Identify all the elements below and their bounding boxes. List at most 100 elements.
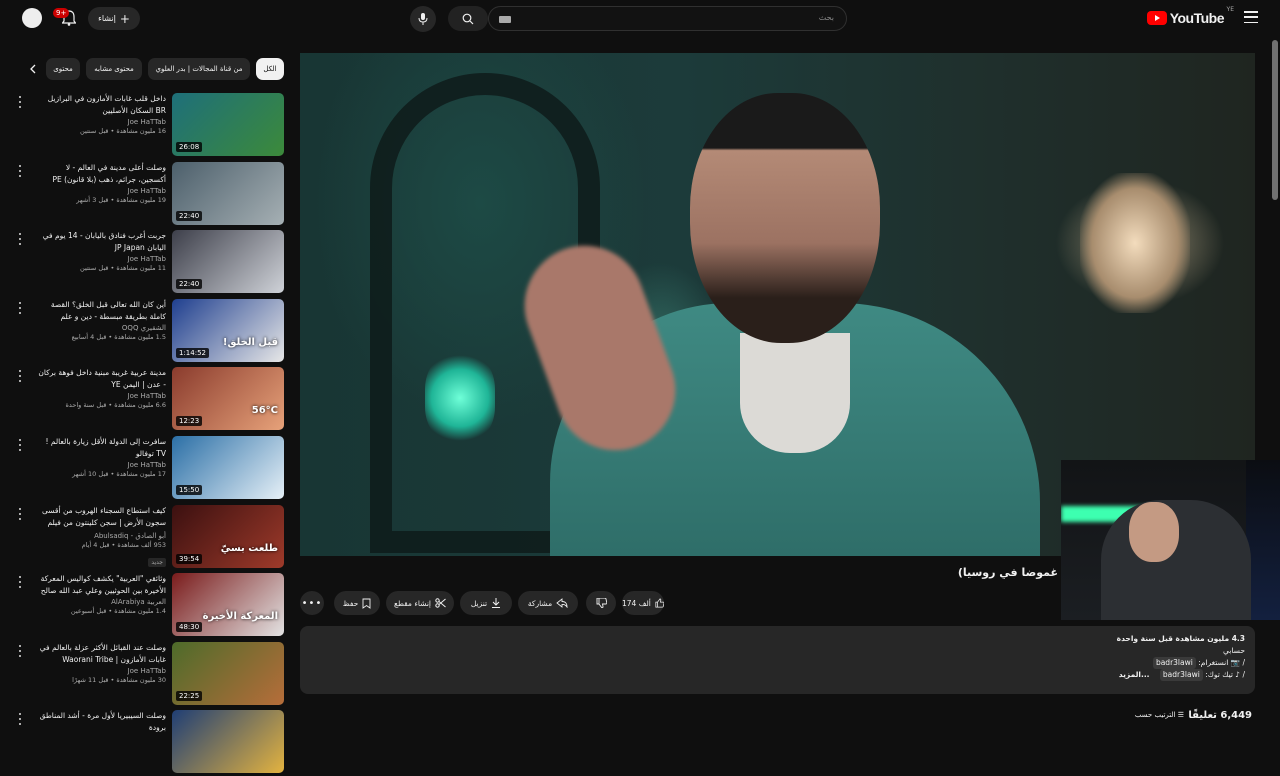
tiktok-line: / ♪ تيك توك: badr3lawi ...المزيد (310, 669, 1245, 681)
chevron-left-icon (30, 64, 36, 74)
recommendation-title[interactable]: وصلت السيبيريا لأول مرة - أشد المناطق بر… (36, 710, 166, 734)
instagram-label: / 📷 انستغرام: (1198, 658, 1245, 667)
recommendation-title[interactable]: سافرت إلى الدولة الأقل زيارة بالعالم ! T… (36, 436, 166, 460)
recommendation-title[interactable]: جربت أغرب فنادق باليابان - 14 يوم في الي… (36, 230, 166, 254)
recommendation-title[interactable]: وصلت أعلى مدينة في العالم - لا أكسجين، ج… (36, 162, 166, 186)
recommendation-info: وصلت عند القبائل الأكثر عزلة بالعالم في … (36, 642, 166, 684)
page-scrollbar[interactable] (1272, 40, 1278, 200)
instagram-handle-link[interactable]: badr3lawi (1152, 657, 1196, 669)
recommendation-thumbnail[interactable]: 22:40 (172, 161, 284, 225)
recommendation-channel[interactable]: Joe HaTTab (36, 461, 166, 469)
video-duration: 26:08 (176, 142, 203, 152)
video-duration: 15:50 (176, 485, 203, 495)
voice-search-button[interactable] (410, 6, 436, 32)
search-input[interactable]: بحث (488, 6, 847, 31)
recommendation-item[interactable]: 22:40 جربت أغرب فنادق باليابان - 14 يوم ف… (0, 230, 290, 296)
video-duration: 48:30 (176, 622, 203, 633)
recommendation-channel[interactable]: Joe HaTTab (36, 118, 166, 126)
search-placeholder: بحث (818, 13, 834, 22)
download-button[interactable]: تنزيل (460, 591, 512, 615)
recommendation-channel[interactable]: Joe HaTTab (36, 392, 166, 400)
thumbnail-overlay-text: 56°C (251, 405, 278, 417)
recommendation-title[interactable]: داخل قلب غابات الأمازون في البرازيل BR ا… (36, 93, 166, 117)
recommendation-item[interactable]: وصلت السيبيريا لأول مرة - أشد المناطق بر… (0, 710, 290, 776)
search-button[interactable] (448, 6, 488, 31)
recommendation-meta: 6.6 مليون مشاهدة • قبل سنة واحدة (65, 401, 166, 410)
recommendation-item[interactable]: 26:08 داخل قلب غابات الأمازون في البرازيل… (0, 93, 290, 159)
recommendation-info: وصلت السيبيريا لأول مرة - أشد المناطق بر… (36, 710, 166, 734)
recommendation-channel[interactable]: الشقيري OQQ (36, 324, 166, 332)
recommendation-meta: 17 مليون مشاهدة • قبل 10 أشهر (72, 470, 166, 478)
recommendation-thumbnail[interactable]: 26:08 (172, 93, 284, 156)
more-options-icon[interactable] (16, 438, 24, 452)
recommendation-item[interactable]: قبل الخلق! 1:14:52 أين كان الله تعالى قبل … (0, 298, 290, 365)
recommendation-info: أين كان الله تعالى قبل الخلق؟ القصة كامل… (36, 299, 166, 341)
video-frame-lamp (425, 353, 495, 443)
tiktok-handle-link[interactable]: badr3lawi (1159, 669, 1203, 681)
save-button[interactable]: حفظ (334, 591, 380, 615)
more-options-icon[interactable] (16, 507, 24, 521)
keyboard-icon[interactable] (499, 16, 511, 23)
recommendation-thumbnail[interactable]: قبل الخلق! 1:14:52 (172, 298, 284, 362)
recommendation-info: مدينة عربية غريبة مبنية داخل فوهة بركان … (36, 367, 166, 409)
chip-related[interactable]: محتوى مشابه (86, 58, 142, 80)
filter-chips: الكل من قناة المجالات | بدر العلوي محتوى… (24, 58, 286, 80)
recommendation-thumbnail[interactable]: 22:40 (172, 230, 284, 294)
more-options-icon[interactable] (16, 301, 24, 315)
chip-from-channel[interactable]: من قناة المجالات | بدر العلوي (148, 58, 250, 80)
more-options-icon[interactable] (16, 644, 24, 658)
more-options-icon[interactable] (16, 575, 24, 589)
recommendation-thumbnail[interactable]: المعركة الأخيرة 48:30 (172, 573, 284, 637)
dislike-button[interactable] (586, 591, 616, 615)
show-more-link[interactable]: ...المزيد (1119, 670, 1150, 679)
more-options-icon[interactable] (16, 164, 24, 178)
recommendation-title[interactable]: كيف استطاع السجناء الهروب من أقسى سجون ا… (36, 505, 166, 531)
recommendation-title[interactable]: وثائقي "العربية" يكشف كواليس المعركة الأ… (36, 573, 166, 597)
more-options-icon[interactable] (16, 95, 24, 109)
description-box[interactable]: 4.3 مليون مشاهدة قبل سنة واحدة حسابي / 📷… (300, 626, 1255, 694)
video-title: غموضا في روسيا) (957, 566, 1058, 579)
recommendation-thumbnail[interactable]: طلعت بسيّ 39:54 (172, 504, 284, 568)
recommendation-title[interactable]: وصلت عند القبائل الأكثر عزلة بالعالم في … (36, 642, 166, 666)
recommendation-channel[interactable]: Joe HaTTab (36, 255, 166, 263)
recommendation-item[interactable]: 22:40 وصلت أعلى مدينة في العالم - لا أكسج… (0, 161, 290, 228)
youtube-logo[interactable]: YouTube YE (1146, 6, 1234, 26)
recommendation-title[interactable]: مدينة عربية غريبة مبنية داخل فوهة بركان … (36, 367, 166, 391)
recommendation-item[interactable]: 22:25 وصلت عند القبائل الأكثر عزلة بالعال… (0, 641, 290, 708)
chip-all[interactable]: الكل (256, 58, 284, 80)
recommendation-item[interactable]: 56°C 12:23 مدينة عربية غريبة مبنية داخل فو… (0, 367, 290, 433)
video-duration: 1:14:52 (176, 347, 209, 358)
recommendation-channel[interactable]: Joe HaTTab (36, 187, 166, 195)
recommendation-channel[interactable]: Joe HaTTab (36, 667, 166, 675)
recommendation-channel[interactable]: العربية AlArabiya (36, 598, 166, 606)
create-button[interactable]: إنشاء + (88, 7, 140, 30)
recommendation-thumbnail[interactable]: 22:25 (172, 641, 284, 705)
view-stats: 4.3 مليون مشاهدة قبل سنة واحدة (1116, 634, 1245, 643)
sort-comments-button[interactable]: الترتيب حسب ☰ (1135, 711, 1184, 719)
more-options-icon[interactable] (16, 369, 24, 383)
recommendation-meta: 1.5 مليون مشاهدة • قبل 4 أسابيع (71, 332, 166, 341)
more-options-icon[interactable] (16, 232, 24, 246)
download-icon (492, 598, 501, 608)
more-options-icon[interactable] (16, 712, 24, 726)
account-avatar[interactable] (22, 8, 42, 28)
like-button[interactable]: 174 ألف (622, 591, 664, 615)
chips-scroll-left-button[interactable] (24, 58, 42, 80)
recommendation-channel[interactable]: أبو الصادق - Abulsadiq (36, 532, 166, 540)
clip-button[interactable]: إنشاء مقطع (386, 591, 454, 615)
recommendation-thumbnail[interactable]: 56°C 12:23 (172, 367, 284, 431)
more-actions-button[interactable]: ••• (300, 591, 324, 615)
chip-more[interactable]: محتوى (46, 58, 80, 80)
video-frame-shirt (740, 333, 850, 453)
recommendation-title[interactable]: أين كان الله تعالى قبل الخلق؟ القصة كامل… (36, 299, 166, 323)
share-button[interactable]: مشاركة (518, 591, 578, 615)
recommendation-item[interactable]: طلعت بسيّ 39:54 كيف استطاع السجناء الهروب … (0, 504, 290, 571)
save-label: حفظ (342, 598, 359, 608)
hamburger-menu-icon[interactable] (1244, 11, 1258, 23)
recommendation-item[interactable]: 15:50 سافرت إلى الدولة الأقل زيارة بالعال… (0, 436, 290, 502)
recommendation-info: داخل قلب غابات الأمازون في البرازيل BR ا… (36, 93, 166, 135)
create-label: إنشاء (98, 14, 116, 23)
like-count: 174 ألف (622, 598, 651, 608)
recommendation-item[interactable]: المعركة الأخيرة 48:30 وثائقي "العربية" يكش… (0, 573, 290, 639)
recommendation-thumbnail[interactable]: 15:50 (172, 436, 284, 499)
